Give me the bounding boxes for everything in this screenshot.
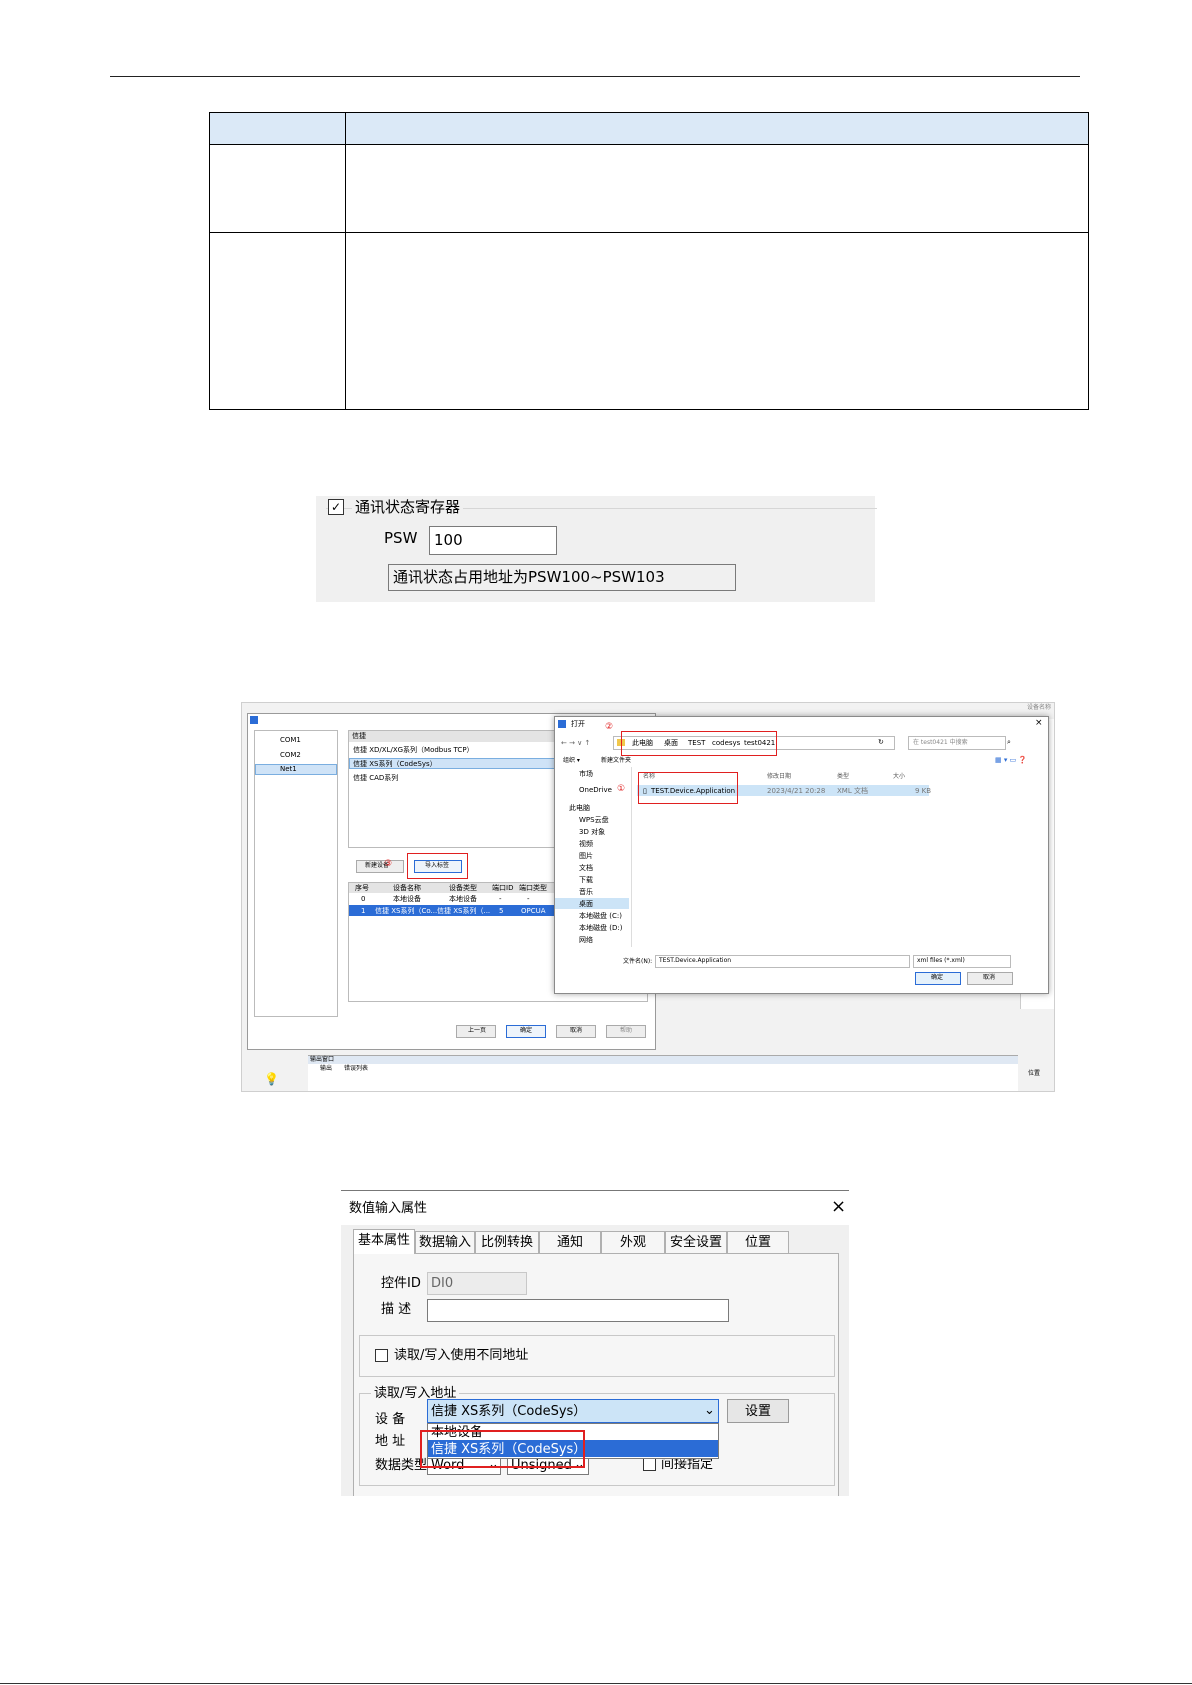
device-list-header: 信捷 [352, 732, 366, 740]
device-select[interactable]: 信捷 XS系列（CodeSys） ⌄ [427, 1399, 719, 1423]
port-item[interactable]: COM1 [280, 737, 301, 744]
dialog-app-icon [558, 720, 566, 728]
lightbulb-icon: 💡 [264, 1072, 279, 1086]
sidebar-item[interactable]: 网络 [579, 937, 593, 944]
indirect-label: 间接指定 [661, 1457, 714, 1472]
dialog-cancel-button[interactable]: 取消 [967, 972, 1013, 985]
sidebar-item[interactable]: 本地磁盘 (D:) [579, 925, 622, 932]
organize-menu[interactable]: 组织 ▾ [563, 758, 580, 764]
ok-button[interactable]: 确定 [506, 1025, 546, 1038]
psw-label: PSW [384, 529, 418, 547]
marker-3: ③ [384, 859, 393, 869]
nav-arrows-icon[interactable]: ← → ∨ ↑ [561, 740, 590, 747]
tab-data-input[interactable]: 数据输入 [415, 1231, 475, 1254]
control-id-field: DI0 [427, 1272, 527, 1295]
sidebar-item[interactable]: 市场 [579, 771, 593, 778]
desc-input[interactable] [427, 1299, 729, 1322]
numeric-input-dialog: 数值输入属性 × 基本属性 数据输入 比例转换 通知 外观 安全设置 位置 控件… [341, 1190, 849, 1496]
psw-info-text: 通讯状态占用地址为PSW100~PSW103 [388, 564, 736, 591]
search-icon: ⌕ [1007, 738, 1011, 746]
sidebar-item[interactable]: 视频 [579, 841, 593, 848]
sidebar-item[interactable]: 音乐 [579, 889, 593, 896]
sidebar-item[interactable]: 此电脑 [569, 805, 590, 812]
close-icon[interactable]: × [831, 1198, 846, 1216]
sidebar-item[interactable]: 本地磁盘 (C:) [579, 913, 622, 920]
open-file-dialog: 打开 × ← → ∨ ↑ 此电脑 桌面 TEST codesys test042… [554, 716, 1049, 994]
nav-sidebar: 市场 OneDrive 此电脑 WPS云盘 3D 对象 视频 图片 文档 下载 … [555, 767, 632, 947]
comm-status-label: 通讯状态寄存器 [352, 496, 464, 517]
open-dialog-title: 打开 [571, 720, 585, 728]
new-device-button[interactable]: 新建设备 [356, 860, 404, 873]
table-cell: - [499, 895, 502, 903]
port-item-net1[interactable]: Net1 [280, 766, 297, 773]
error-list-tab[interactable]: 错误列表 [344, 1066, 368, 1072]
sidebar-item[interactable]: 文档 [579, 865, 593, 872]
filename-input[interactable]: TEST.Device.Application [655, 955, 910, 968]
prev-button[interactable]: 上一页 [456, 1025, 496, 1038]
cancel-button[interactable]: 取消 [556, 1025, 596, 1038]
desc-label: 描 述 [381, 1302, 412, 1317]
view-icon[interactable]: ▦ ▾ ▭ ❓ [995, 757, 1027, 764]
address-label: 地 址 [375, 1434, 406, 1449]
indirect-checkbox[interactable] [643, 1458, 656, 1471]
new-folder-button[interactable]: 新建文件夹 [601, 758, 631, 764]
highlight-box [420, 1430, 585, 1468]
output-window: 输出窗口 输出 错误列表 [308, 1055, 1018, 1091]
port-list: COM1 COM2 Net1 [254, 730, 338, 1017]
control-id-label: 控件ID [381, 1276, 421, 1291]
app-icon [250, 716, 258, 724]
position-label: 位置 [1028, 1070, 1041, 1077]
tab-appearance[interactable]: 外观 [601, 1231, 665, 1254]
sidebar-item[interactable]: WPS云盘 [579, 817, 609, 824]
table-cell: - [527, 895, 530, 903]
port-item[interactable]: COM2 [280, 752, 301, 759]
chevron-down-icon: ⌄ [704, 1403, 715, 1418]
table-cell: 0 [361, 895, 366, 903]
table-cell: 本地设备 [393, 895, 421, 903]
tab-scale[interactable]: 比例转换 [475, 1231, 539, 1254]
device-type-item-xs[interactable]: 信捷 XS系列（CodeSys） [353, 761, 437, 768]
psw-panel: ✓ 通讯状态寄存器 PSW 100 通讯状态占用地址为PSW100~PSW103 [316, 496, 877, 602]
dialog-ok-button[interactable]: 确定 [915, 972, 961, 985]
sidebar-item[interactable]: 下载 [579, 877, 593, 884]
sidebar-item[interactable]: 3D 对象 [579, 829, 605, 836]
device-type-item[interactable]: 信捷 XD/XL/XG系列（Modbus TCP） [353, 747, 474, 754]
help-button[interactable]: 帮助 [606, 1025, 646, 1038]
file-type-filter[interactable]: xml files (*.xml) [913, 955, 1011, 968]
tab-position[interactable]: 位置 [727, 1231, 789, 1254]
header-rule [110, 76, 1080, 77]
psw-input[interactable]: 100 [429, 526, 557, 555]
table-header-row [210, 113, 1088, 145]
tab-basic[interactable]: 基本属性 [353, 1229, 415, 1254]
corner-label: 设备名称 [1027, 704, 1052, 711]
sidebar-item[interactable]: OneDrive [579, 787, 612, 794]
import-tags-screenshot: 设备名称 COM1 COM2 Net1 信捷 信捷 XD/XL/XG系列（Mod… [241, 702, 1055, 1092]
device-label: 设 备 [375, 1412, 406, 1427]
refresh-icon[interactable]: ↻ [878, 739, 884, 746]
search-box[interactable]: 在 test0421 中搜索 [908, 736, 1006, 750]
marker-1: ① [617, 784, 626, 794]
close-icon[interactable]: × [1035, 719, 1043, 728]
footer-rule [0, 1683, 1192, 1684]
separate-rw-checkbox[interactable] [375, 1349, 388, 1362]
tab-security[interactable]: 安全设置 [665, 1231, 727, 1254]
output-tab[interactable]: 输出 [320, 1066, 332, 1072]
marker-2: ② [605, 722, 614, 732]
parameter-table [209, 112, 1089, 410]
sidebar-item[interactable]: 图片 [579, 853, 593, 860]
table-cell: 本地设备 [449, 895, 477, 903]
comm-status-checkbox[interactable]: ✓ [328, 499, 344, 515]
settings-button[interactable]: 设置 [727, 1399, 789, 1423]
tab-notify[interactable]: 通知 [539, 1231, 601, 1254]
separate-rw-label: 读取/写入使用不同地址 [394, 1348, 529, 1363]
sidebar-item-desktop[interactable]: 桌面 [579, 901, 593, 908]
dialog-title: 数值输入属性 [349, 1201, 428, 1216]
device-type-item[interactable]: 信捷 CAD系列 [353, 775, 398, 782]
